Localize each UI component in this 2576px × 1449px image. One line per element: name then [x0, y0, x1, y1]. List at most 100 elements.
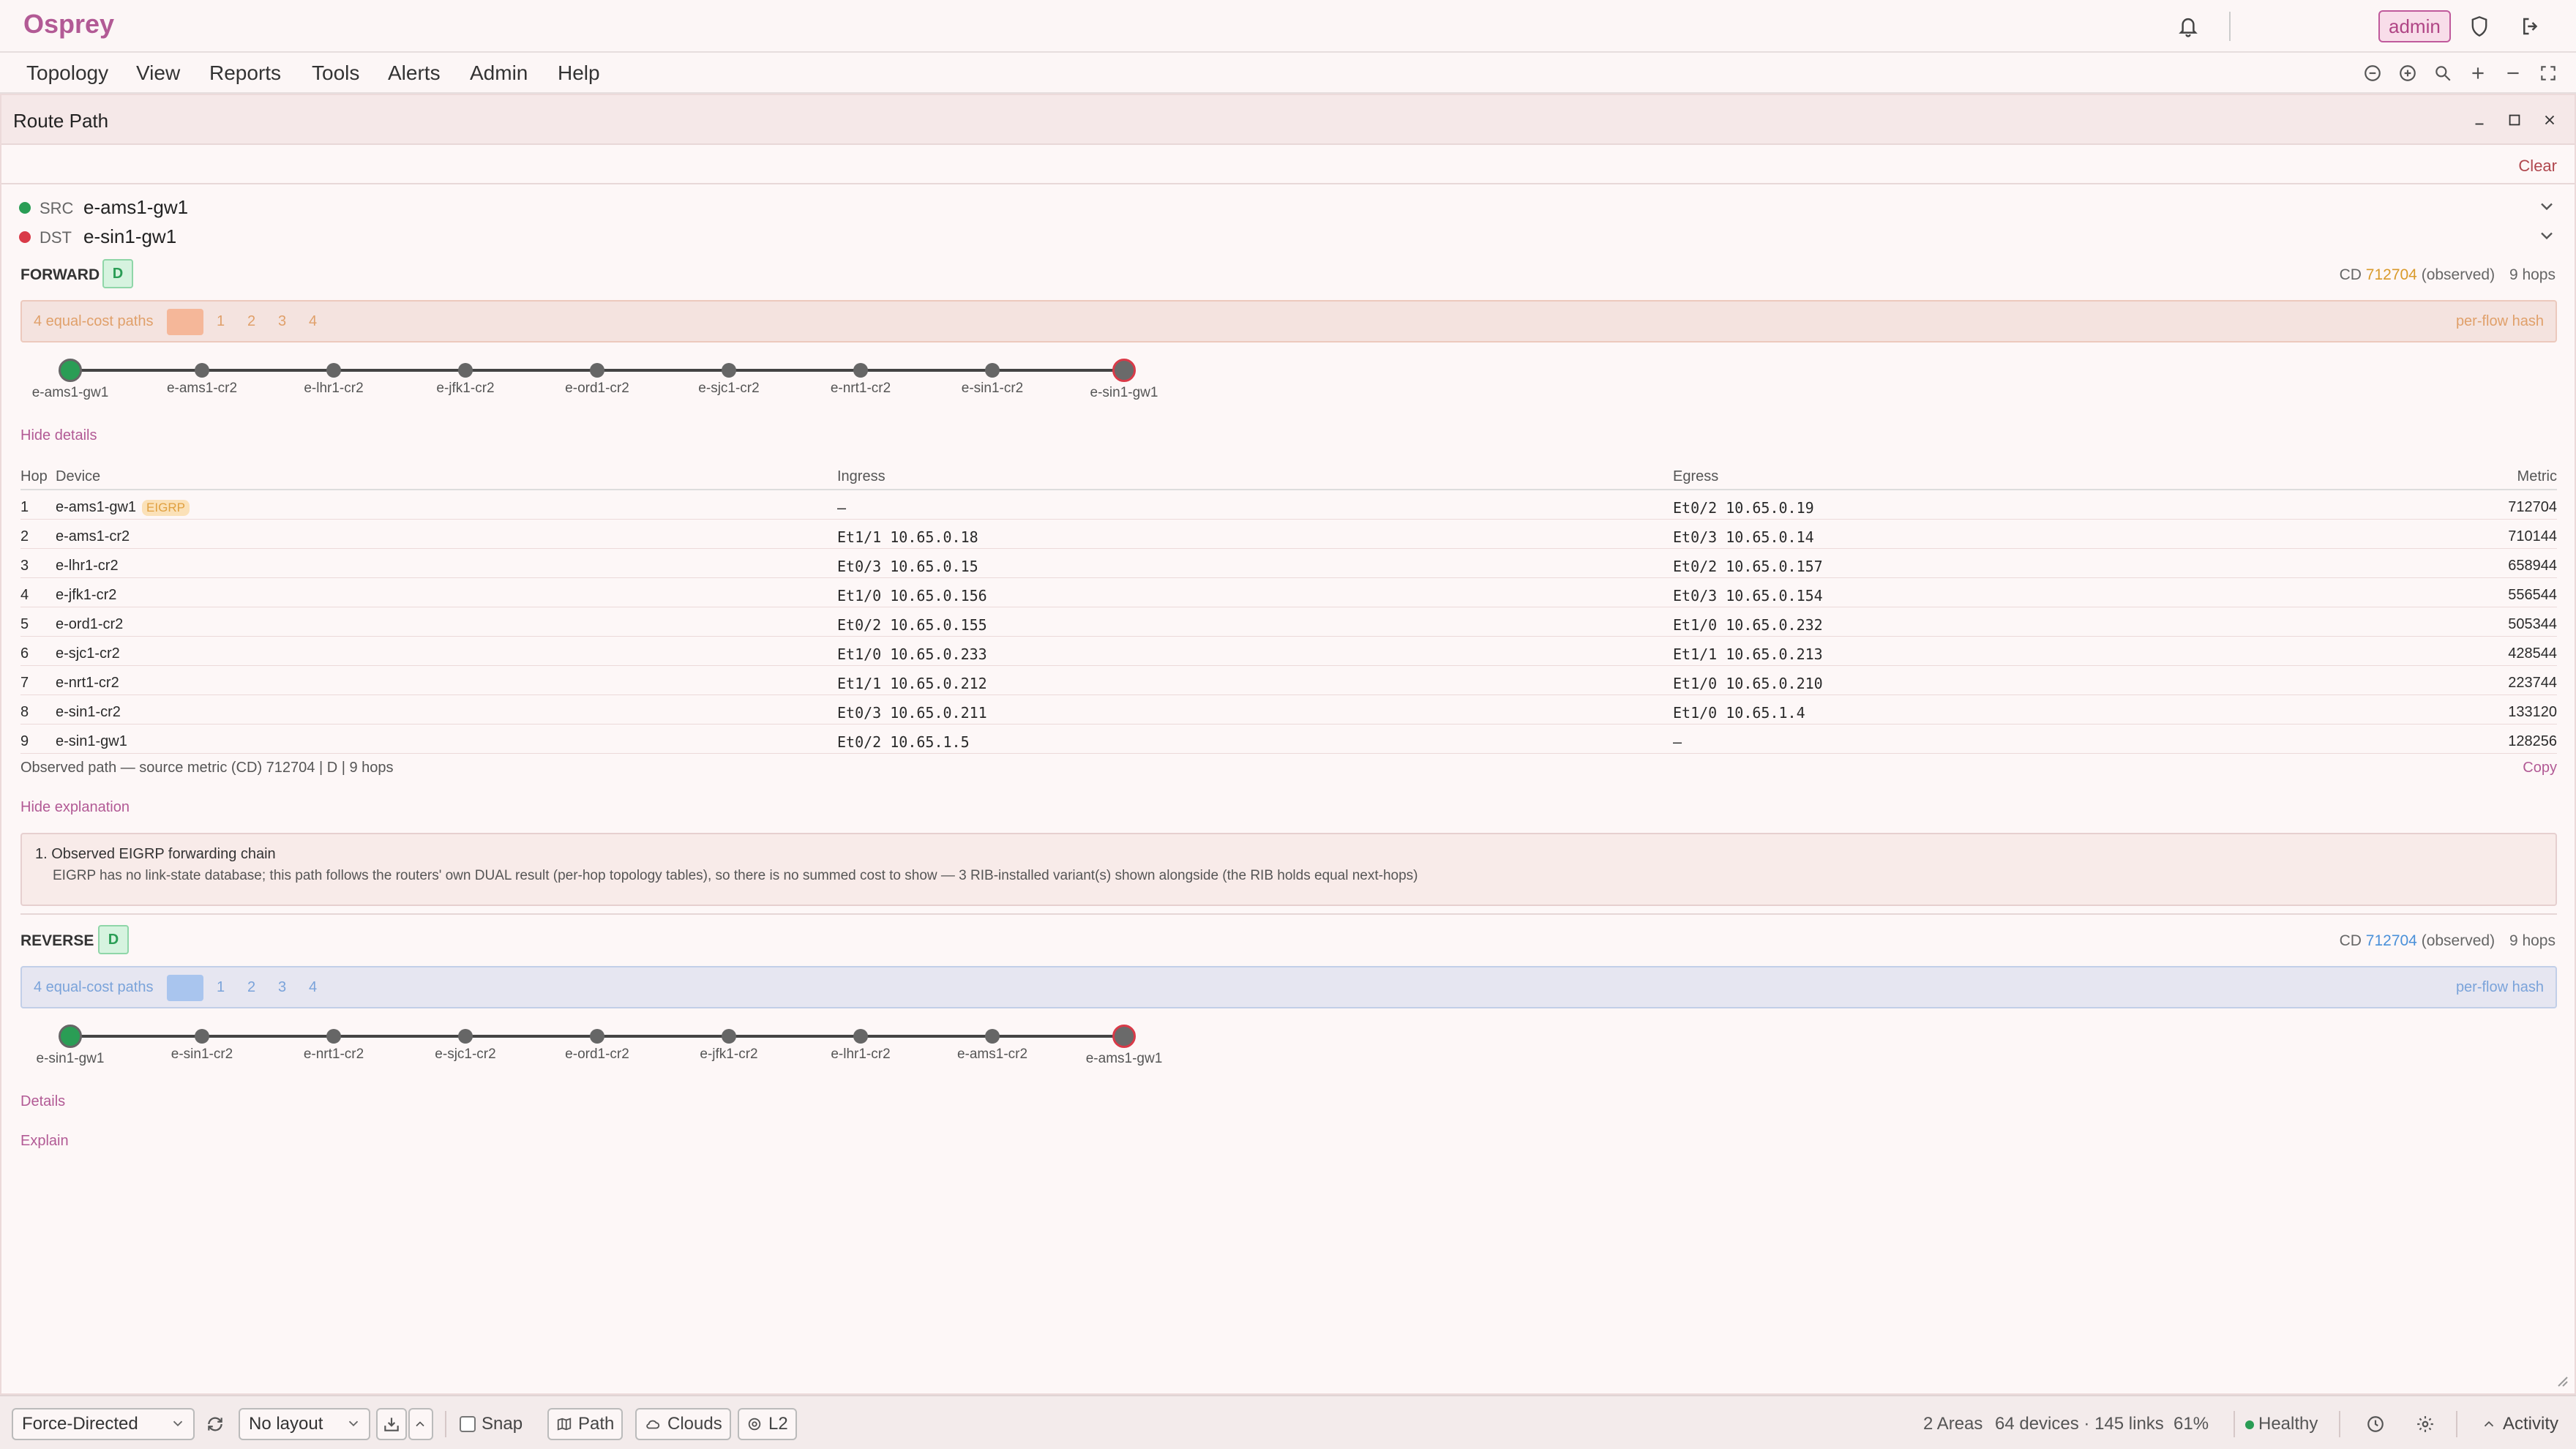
device-name[interactable]: e-jfk1-cr2 [56, 587, 116, 603]
egress-cell: Et0/2 10.65.0.19 [1673, 499, 1814, 517]
close-icon[interactable] [2536, 107, 2563, 133]
ecmp-path-1[interactable]: 1 [217, 979, 225, 996]
snap-checkbox[interactable] [460, 1416, 476, 1432]
path-button[interactable]: Path [547, 1408, 624, 1440]
search-icon[interactable] [2430, 60, 2456, 86]
table-row[interactable]: 7 e-nrt1-cr2 Et1/1 10.65.0.212 Et1/0 10.65.… [20, 666, 2557, 695]
ingress-cell: Et0/2 10.65.1.5 [837, 733, 970, 751]
fit-screen-icon[interactable] [2535, 60, 2561, 86]
health-status[interactable]: Healthy [2245, 1414, 2318, 1434]
path-hop-node[interactable] [458, 1029, 473, 1044]
snap-toggle[interactable]: Snap [452, 1408, 530, 1440]
layout-engine-select[interactable]: Force-Directed [12, 1408, 195, 1440]
refresh-icon[interactable] [202, 1411, 228, 1437]
hide-explanation-link[interactable]: Hide explanation [20, 799, 130, 816]
ecmp-selected-chip[interactable] [167, 309, 203, 335]
device-name[interactable]: e-ord1-cr2 [56, 616, 123, 632]
device-name[interactable]: e-lhr1-cr2 [56, 558, 119, 574]
plus-icon[interactable] [2465, 60, 2491, 86]
details-link[interactable]: Details [20, 1093, 65, 1110]
activity-toggle[interactable]: Activity [2474, 1408, 2566, 1440]
menu-help[interactable]: Help [558, 61, 600, 85]
path-hop-node[interactable] [985, 363, 1000, 378]
path-destination-node[interactable] [1112, 359, 1136, 382]
path-hop-label: e-sin1-gw1 [36, 1051, 105, 1066]
logout-icon[interactable] [2516, 12, 2545, 41]
table-row[interactable]: 9 e-sin1-gw1 Et0/2 10.65.1.5 – 128256 [20, 724, 2557, 754]
menu-view[interactable]: View [136, 61, 180, 85]
device-name[interactable]: e-sjc1-cr2 [56, 645, 120, 662]
menu-reports[interactable]: Reports [209, 61, 281, 85]
path-destination-node[interactable] [1112, 1025, 1136, 1048]
path-source-node[interactable] [59, 359, 82, 382]
device-name[interactable]: e-sin1-cr2 [56, 704, 121, 720]
menu-topology[interactable]: Topology [26, 61, 108, 85]
path-hop-node[interactable] [853, 1029, 868, 1044]
menu-tools[interactable]: Tools [312, 61, 359, 85]
hide-details-link[interactable]: Hide details [20, 427, 97, 444]
l2-button[interactable]: L2 [738, 1408, 797, 1440]
egress-cell: Et1/1 10.65.0.213 [1673, 645, 1823, 663]
path-hop-node[interactable] [590, 1029, 604, 1044]
maximize-icon[interactable] [2501, 107, 2528, 133]
clock-icon[interactable] [2362, 1411, 2389, 1437]
zoom-out-circle-icon[interactable] [2359, 60, 2386, 86]
ecmp-path-4[interactable]: 4 [309, 979, 317, 996]
copy-button[interactable]: Copy [2523, 760, 2557, 776]
menu-admin[interactable]: Admin [470, 61, 528, 85]
device-name[interactable]: e-sin1-gw1 [56, 733, 127, 749]
dst-selector[interactable]: DST e-sin1-gw1 [1, 222, 2575, 252]
table-body: 1 e-ams1-gw1 EIGRP – Et0/2 10.65.0.19 712704 2… [20, 490, 2557, 754]
path-hop-node[interactable] [853, 363, 868, 378]
table-row[interactable]: 6 e-sjc1-cr2 Et1/0 10.65.0.233 Et1/1 10.65.… [20, 637, 2557, 666]
src-selector[interactable]: SRC e-ams1-gw1 [1, 193, 2575, 222]
forward-cd-value[interactable]: 712704 [2366, 266, 2417, 283]
path-hop-node[interactable] [195, 363, 209, 378]
chevron-down-icon[interactable] [2536, 196, 2560, 220]
table-row[interactable]: 1 e-ams1-gw1 EIGRP – Et0/2 10.65.0.19 712704 [20, 490, 2557, 520]
table-row[interactable]: 3 e-lhr1-cr2 Et0/3 10.65.0.15 Et0/2 10.65.0… [20, 549, 2557, 578]
bell-icon[interactable] [2174, 12, 2203, 41]
table-row[interactable]: 5 e-ord1-cr2 Et0/2 10.65.0.155 Et1/0 10.65.… [20, 607, 2557, 637]
path-hop-node[interactable] [326, 1029, 341, 1044]
resize-grip-icon[interactable] [2554, 1373, 2569, 1388]
table-row[interactable]: 4 e-jfk1-cr2 Et1/0 10.65.0.156 Et0/3 10.65.… [20, 578, 2557, 607]
brand-logo[interactable]: Osprey [23, 9, 114, 40]
gear-icon[interactable] [2412, 1411, 2438, 1437]
path-hop-node[interactable] [985, 1029, 1000, 1044]
path-source-node[interactable] [59, 1025, 82, 1048]
ecmp-path-2[interactable]: 2 [247, 979, 255, 996]
device-name[interactable]: e-ams1-gw1 [56, 499, 136, 515]
path-hop-label: e-sin1-cr2 [171, 1046, 233, 1062]
save-layout-button[interactable] [376, 1408, 407, 1440]
menu-alerts[interactable]: Alerts [388, 61, 441, 85]
layout-preset-select[interactable]: No layout [239, 1408, 370, 1440]
clear-button[interactable]: Clear [2518, 157, 2557, 176]
explain-link[interactable]: Explain [20, 1133, 69, 1150]
shield-icon[interactable] [2465, 12, 2494, 41]
device-name[interactable]: e-nrt1-cr2 [56, 675, 119, 691]
ecmp-selected-chip[interactable] [167, 975, 203, 1001]
chevron-down-icon[interactable] [2536, 225, 2560, 249]
clouds-button[interactable]: Clouds [635, 1408, 731, 1440]
ecmp-path-3[interactable]: 3 [278, 313, 286, 330]
layout-menu-button[interactable] [408, 1408, 433, 1440]
path-hop-node[interactable] [590, 363, 604, 378]
path-hop-node[interactable] [458, 363, 473, 378]
path-hop-node[interactable] [722, 1029, 736, 1044]
path-hop-node[interactable] [722, 363, 736, 378]
path-hop-node[interactable] [326, 363, 341, 378]
zoom-in-circle-icon[interactable] [2395, 60, 2421, 86]
ecmp-path-4[interactable]: 4 [309, 313, 317, 330]
path-hop-node[interactable] [195, 1029, 209, 1044]
user-badge[interactable]: admin [2378, 10, 2451, 42]
ecmp-path-1[interactable]: 1 [217, 313, 225, 330]
minimize-icon[interactable] [2466, 107, 2493, 133]
device-name[interactable]: e-ams1-cr2 [56, 528, 130, 544]
ecmp-path-2[interactable]: 2 [247, 313, 255, 330]
ecmp-path-3[interactable]: 3 [278, 979, 286, 996]
minus-icon[interactable] [2500, 60, 2526, 86]
reverse-cd-value[interactable]: 712704 [2366, 932, 2417, 949]
table-row[interactable]: 2 e-ams1-cr2 Et1/1 10.65.0.18 Et0/3 10.65.0… [20, 520, 2557, 549]
table-row[interactable]: 8 e-sin1-cr2 Et0/3 10.65.0.211 Et1/0 10.65.… [20, 695, 2557, 724]
